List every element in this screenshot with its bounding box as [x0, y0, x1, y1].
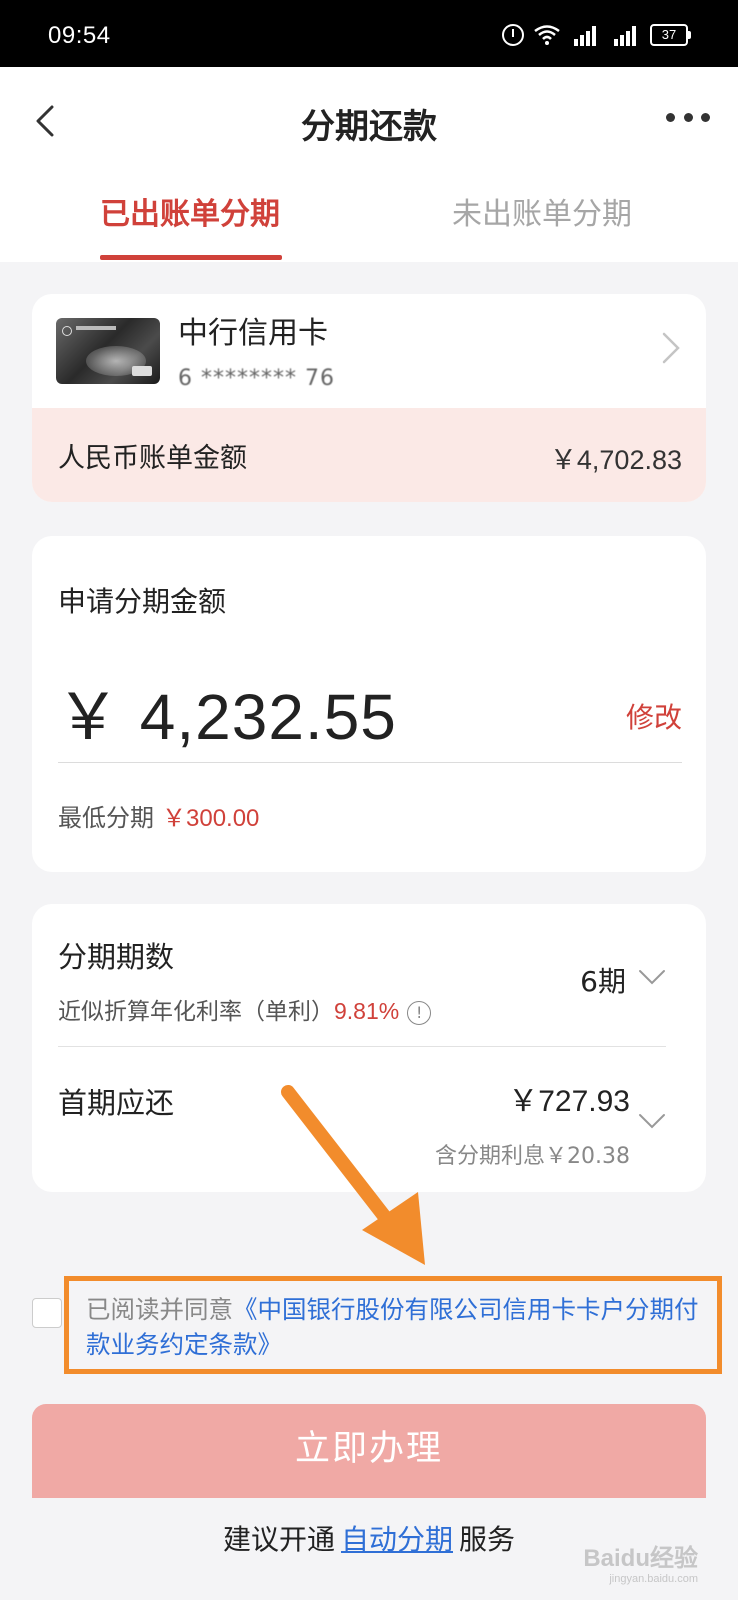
first-payment-value: ￥727.93 [508, 1085, 630, 1118]
agreement-prefix: 已阅读并同意 [86, 1295, 233, 1324]
wifi-icon [534, 25, 560, 45]
status-icons: 37 [502, 24, 691, 46]
suggestion-suffix: 服务 [459, 1523, 516, 1556]
tab-unbilled-installment[interactable]: 未出账单分期 [452, 189, 632, 259]
agreement-checkbox[interactable] [32, 1298, 62, 1328]
signal-4g-icon [570, 24, 600, 46]
annotation-arrow-icon [281, 1085, 425, 1265]
first-payment-interest: 含分期利息￥20.38 [435, 1144, 630, 1169]
page-title: 分期还款 [301, 107, 437, 147]
battery-icon: 37 [650, 24, 691, 46]
annual-rate-value: 9.81% [334, 998, 400, 1024]
header: 分期还款 已出账单分期 未出账单分期 [0, 67, 738, 262]
first-payment-label: 首期应还 [58, 1086, 175, 1120]
more-options-icon[interactable] [666, 113, 710, 123]
status-bar: 09:54 37 [0, 0, 738, 67]
bill-amount-value: ￥4,702.83 [549, 445, 682, 475]
alarm-icon [502, 24, 524, 46]
card-name: 中行信用卡 [178, 316, 328, 351]
divider [58, 762, 682, 763]
submit-button[interactable]: 立即办理 [32, 1404, 706, 1498]
chevron-right-icon[interactable] [656, 328, 686, 368]
info-icon[interactable]: ! [407, 1000, 432, 1025]
installment-amount-label: 申请分期金额 [58, 585, 227, 618]
bill-amount-label: 人民币账单金额 [58, 443, 247, 474]
minimum-installment-row: 最低分期 ￥300.00 [58, 798, 259, 833]
suggestion-prefix: 建议开通 [222, 1523, 335, 1556]
status-time: 09:54 [48, 22, 111, 49]
tab-billed-installment[interactable]: 已出账单分期 [100, 189, 280, 259]
auto-installment-link[interactable]: 自动分期 [341, 1523, 453, 1556]
annual-rate-label: 近似折算年化利率（单利） [58, 999, 334, 1025]
minimum-installment-value: ￥300.00 [162, 805, 260, 832]
card-number-masked: 6 ******** 76 [178, 366, 335, 391]
agreement-text: 已阅读并同意《中国银行股份有限公司信用卡卡户分期付款业务约定条款》 [86, 1292, 706, 1362]
credit-card-panel[interactable]: 中行信用卡 6 ******** 76 人民币账单金额 ￥4,702.83 [32, 294, 706, 502]
active-tab-indicator [100, 255, 282, 260]
chevron-down-icon[interactable] [636, 966, 668, 988]
period-count-value[interactable]: 6期 [580, 960, 626, 1000]
divider [58, 1046, 666, 1047]
modify-amount-button[interactable]: 修改 [626, 696, 682, 736]
chevron-down-icon[interactable] [636, 1110, 668, 1132]
watermark-text: Baidu经验 [583, 1545, 698, 1572]
period-count-label: 分期期数 [58, 940, 175, 974]
credit-card-image [56, 318, 160, 384]
baidu-watermark: Baidu经验 jingyan.baidu.com [583, 1538, 698, 1585]
signal-4g-icon-2 [610, 24, 640, 46]
minimum-installment-label: 最低分期 [58, 804, 154, 832]
bill-amount-row: 人民币账单金额 ￥4,702.83 [32, 408, 706, 502]
annual-rate-row: 近似折算年化利率（单利）9.81%! [58, 992, 432, 1026]
installment-amount-panel: 申请分期金额 ￥ 4,232.55 修改 最低分期 ￥300.00 [32, 536, 706, 872]
watermark-subtext: jingyan.baidu.com [609, 1573, 698, 1585]
installment-amount-value: ￥ 4,232.55 [56, 681, 397, 753]
